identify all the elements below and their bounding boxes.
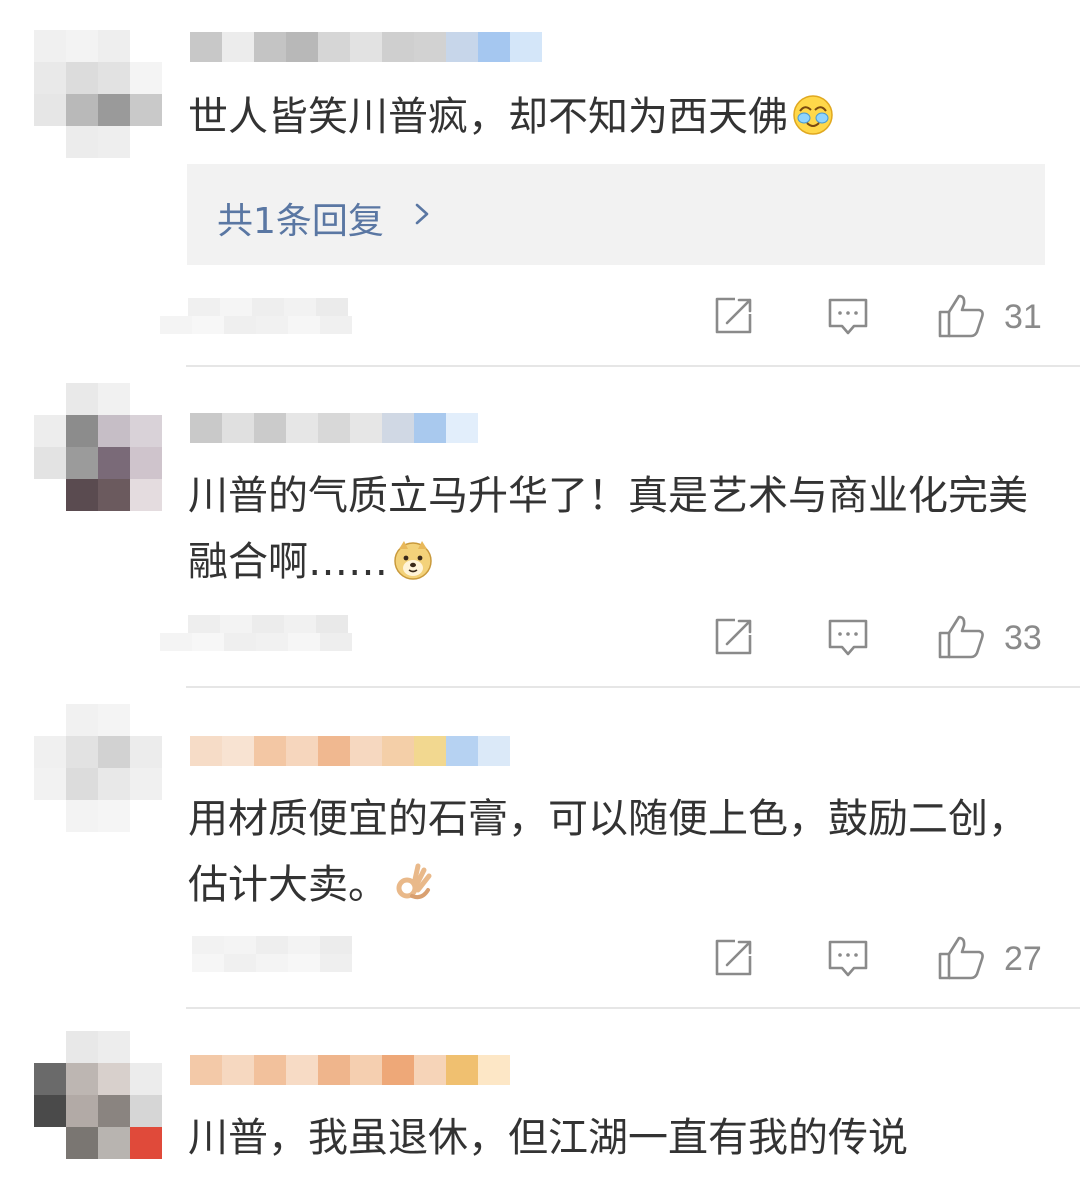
share-icon[interactable] xyxy=(713,617,755,657)
doge-emoji xyxy=(394,541,432,580)
comment-timestamp xyxy=(160,296,355,350)
chevron-right-icon xyxy=(415,203,429,225)
comment-timestamp xyxy=(160,613,355,667)
comment-text: 用材质便宜的石膏，可以随便上色，鼓励二创，估计大卖。 xyxy=(188,786,1058,918)
thumbs-up-icon[interactable] xyxy=(937,292,987,340)
like-count: 33 xyxy=(1004,619,1042,657)
reply-summary-button[interactable]: 共1条回复 xyxy=(187,164,1045,265)
ok-hand-emoji xyxy=(396,863,432,900)
comment-icon[interactable] xyxy=(827,938,869,980)
comment-text: 川普的气质立马升华了！真是艺术与商业化完美融合啊…… xyxy=(188,463,1058,595)
comment-timestamp xyxy=(160,934,355,988)
avatar[interactable] xyxy=(34,704,162,832)
share-icon[interactable] xyxy=(713,296,755,336)
username[interactable] xyxy=(190,1055,550,1085)
avatar[interactable] xyxy=(34,30,162,158)
thumbs-up-icon[interactable] xyxy=(937,613,987,661)
comment-text-content: 世人皆笑川普疯，却不知为西天佛 xyxy=(188,94,788,140)
laughing-tears-emoji xyxy=(793,95,833,135)
comment-icon[interactable] xyxy=(827,617,869,659)
username[interactable] xyxy=(190,413,550,443)
avatar[interactable] xyxy=(34,383,162,511)
comment-text: 川普，我虽退休，但江湖一直有我的传说 xyxy=(188,1105,1058,1171)
like-count: 27 xyxy=(1004,940,1042,978)
comment-text: 世人皆笑川普疯，却不知为西天佛 xyxy=(188,84,1058,150)
comment-item: 川普的气质立马升华了！真是艺术与商业化完美融合啊…… 33 xyxy=(0,367,1080,688)
like-count: 31 xyxy=(1004,298,1042,336)
username[interactable] xyxy=(190,32,550,62)
avatar[interactable] xyxy=(34,1031,162,1159)
reply-count-label: 共1条回复 xyxy=(217,201,384,242)
share-icon[interactable] xyxy=(713,938,755,978)
comment-icon[interactable] xyxy=(827,296,869,338)
comment-item: 世人皆笑川普疯，却不知为西天佛 共1条回复 31 xyxy=(0,0,1080,367)
comment-item: 用材质便宜的石膏，可以随便上色，鼓励二创，估计大卖。 27 xyxy=(0,688,1080,1009)
comment-text-content: 用材质便宜的石膏，可以随便上色，鼓励二创，估计大卖。 xyxy=(188,796,1028,908)
thumbs-up-icon[interactable] xyxy=(937,934,987,982)
comment-item: 川普，我虽退休，但江湖一直有我的传说 xyxy=(0,1009,1080,1198)
comment-text-content: 川普的气质立马升华了！真是艺术与商业化完美融合啊…… xyxy=(188,473,1028,585)
username[interactable] xyxy=(190,736,550,766)
comment-text-content: 川普，我虽退休，但江湖一直有我的传说 xyxy=(188,1115,908,1161)
